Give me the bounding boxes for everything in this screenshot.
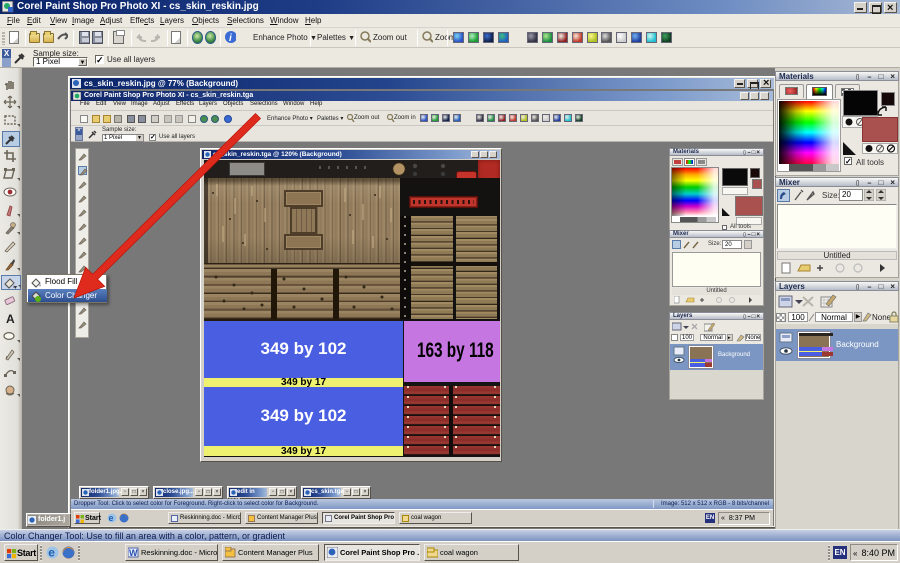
- svg-text:W: W: [129, 548, 138, 558]
- svg-text:e: e: [48, 546, 55, 559]
- svg-text:A: A: [6, 312, 15, 325]
- svg-text:e: e: [109, 513, 114, 523]
- svg-text:i: i: [229, 33, 232, 44]
- svg-text:▾: ▾: [14, 285, 17, 290]
